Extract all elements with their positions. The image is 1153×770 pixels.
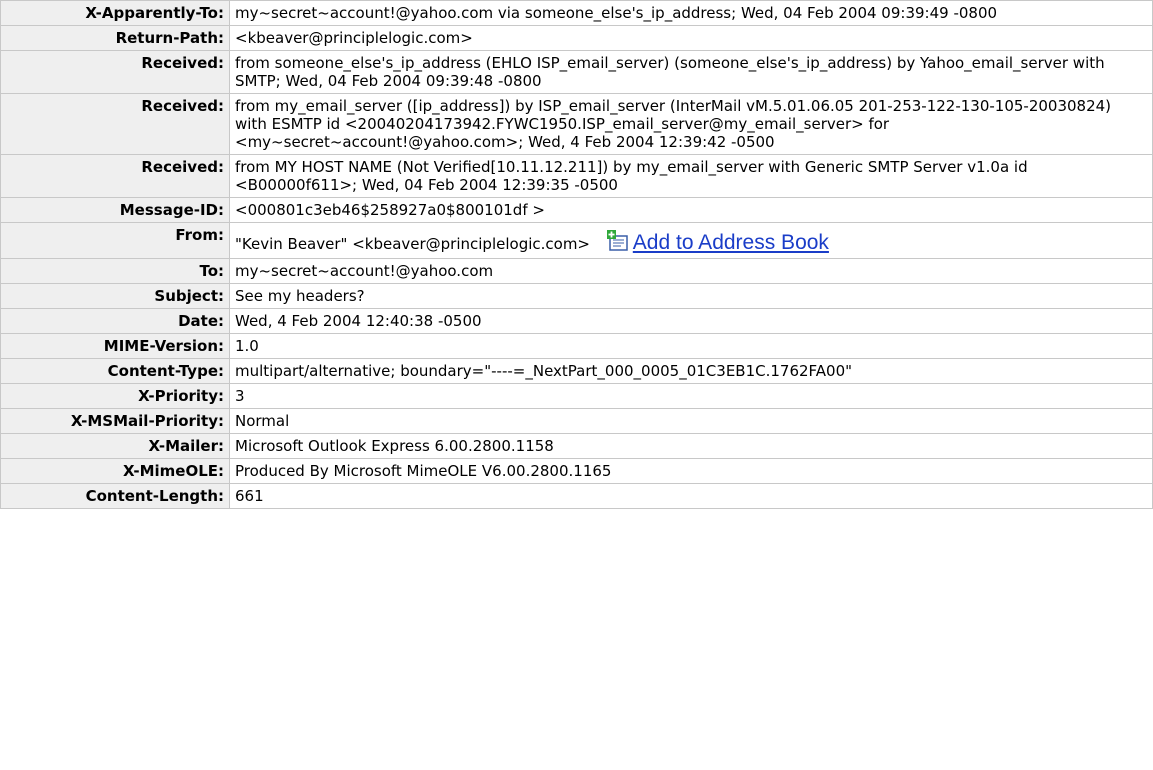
header-name: X-MimeOLE: bbox=[0, 458, 230, 484]
table-row: X-Mailer: Microsoft Outlook Express 6.00… bbox=[0, 433, 1153, 459]
header-name: X-Priority: bbox=[0, 383, 230, 409]
email-headers-table: X-Apparently-To: my~secret~account!@yaho… bbox=[0, 0, 1153, 509]
header-value: See my headers? bbox=[229, 283, 1153, 309]
table-row: Message-ID: <000801c3eb46$258927a0$80010… bbox=[0, 197, 1153, 223]
header-name: X-MSMail-Priority: bbox=[0, 408, 230, 434]
from-address: "Kevin Beaver" <kbeaver@principlelogic.c… bbox=[235, 235, 591, 253]
header-name: Message-ID: bbox=[0, 197, 230, 223]
table-row: X-Apparently-To: my~secret~account!@yaho… bbox=[0, 0, 1153, 26]
add-to-address-book-link[interactable]: Add to Address Book bbox=[633, 231, 829, 254]
table-row: X-MSMail-Priority: Normal bbox=[0, 408, 1153, 434]
table-row: Received: from MY HOST NAME (Not Verifie… bbox=[0, 154, 1153, 198]
table-row: To: my~secret~account!@yahoo.com bbox=[0, 258, 1153, 284]
header-name: Content-Length: bbox=[0, 483, 230, 509]
header-name: Return-Path: bbox=[0, 25, 230, 51]
header-value: multipart/alternative; boundary="----=_N… bbox=[229, 358, 1153, 384]
table-row: X-Priority: 3 bbox=[0, 383, 1153, 409]
address-book-add-icon[interactable] bbox=[605, 229, 631, 253]
header-name: Received: bbox=[0, 154, 230, 198]
table-row: Received: from my_email_server ([ip_addr… bbox=[0, 93, 1153, 155]
table-row: MIME-Version: 1.0 bbox=[0, 333, 1153, 359]
header-name: To: bbox=[0, 258, 230, 284]
header-name: X-Mailer: bbox=[0, 433, 230, 459]
header-name: MIME-Version: bbox=[0, 333, 230, 359]
table-row: Content-Length: 661 bbox=[0, 483, 1153, 509]
header-value: 1.0 bbox=[229, 333, 1153, 359]
header-value: 3 bbox=[229, 383, 1153, 409]
header-value: <kbeaver@principlelogic.com> bbox=[229, 25, 1153, 51]
header-value: from someone_else's_ip_address (EHLO ISP… bbox=[229, 50, 1153, 94]
table-row: Subject: See my headers? bbox=[0, 283, 1153, 309]
header-name: X-Apparently-To: bbox=[0, 0, 230, 26]
header-name: Received: bbox=[0, 93, 230, 155]
table-row: Date: Wed, 4 Feb 2004 12:40:38 -0500 bbox=[0, 308, 1153, 334]
header-value: Wed, 4 Feb 2004 12:40:38 -0500 bbox=[229, 308, 1153, 334]
table-row: From: "Kevin Beaver" <kbeaver@principlel… bbox=[0, 222, 1153, 259]
header-name: Subject: bbox=[0, 283, 230, 309]
table-row: Return-Path: <kbeaver@principlelogic.com… bbox=[0, 25, 1153, 51]
table-row: X-MimeOLE: Produced By Microsoft MimeOLE… bbox=[0, 458, 1153, 484]
header-value: 661 bbox=[229, 483, 1153, 509]
header-value: Microsoft Outlook Express 6.00.2800.1158 bbox=[229, 433, 1153, 459]
header-value: Produced By Microsoft MimeOLE V6.00.2800… bbox=[229, 458, 1153, 484]
header-value: from MY HOST NAME (Not Verified[10.11.12… bbox=[229, 154, 1153, 198]
table-row: Received: from someone_else's_ip_address… bbox=[0, 50, 1153, 94]
header-value: <000801c3eb46$258927a0$800101df > bbox=[229, 197, 1153, 223]
header-name: Date: bbox=[0, 308, 230, 334]
header-name: Received: bbox=[0, 50, 230, 94]
table-row: Content-Type: multipart/alternative; bou… bbox=[0, 358, 1153, 384]
header-value-from: "Kevin Beaver" <kbeaver@principlelogic.c… bbox=[229, 222, 1153, 259]
header-name: Content-Type: bbox=[0, 358, 230, 384]
header-value: my~secret~account!@yahoo.com via someone… bbox=[229, 0, 1153, 26]
header-name: From: bbox=[0, 222, 230, 259]
header-value: from my_email_server ([ip_address]) by I… bbox=[229, 93, 1153, 155]
header-value: my~secret~account!@yahoo.com bbox=[229, 258, 1153, 284]
header-value: Normal bbox=[229, 408, 1153, 434]
